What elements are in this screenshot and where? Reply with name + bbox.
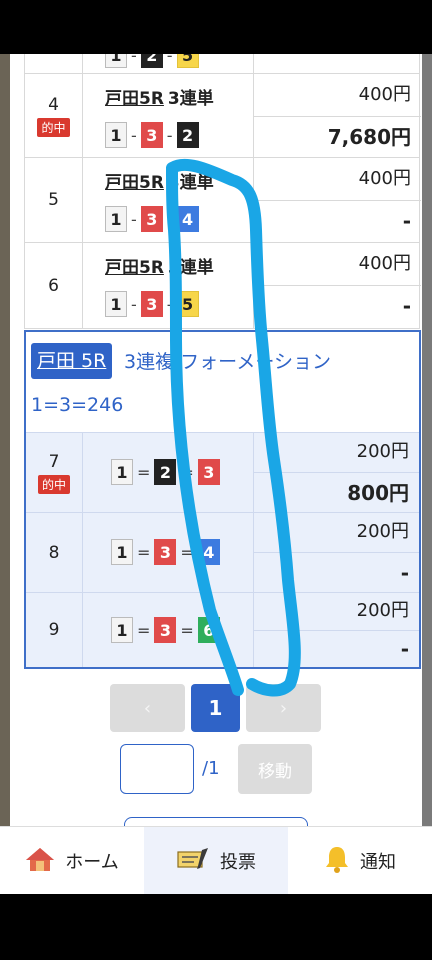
- tab-home[interactable]: ホーム: [0, 827, 144, 895]
- bet-amount: 200円: [356, 600, 409, 621]
- row-number: 6: [48, 275, 59, 296]
- combo: 1 - 3 - 5: [105, 291, 199, 317]
- payout-amount: -: [254, 200, 421, 241]
- bet-amount: 200円: [356, 521, 409, 542]
- bet-type: 3連単: [167, 173, 214, 193]
- boat-number: 2: [140, 54, 163, 68]
- tab-label: 通知: [360, 852, 396, 873]
- page-number-input[interactable]: [120, 744, 194, 794]
- bet-amount: 200円: [356, 441, 409, 462]
- bet-amount: 400円: [358, 84, 411, 105]
- table-row-partial: 1 - 2 - 5: [24, 54, 420, 74]
- group-bet-type: 3連複 フォーメーション: [124, 351, 331, 373]
- status-bar: [0, 0, 432, 54]
- bet-history-sheet[interactable]: 1 - 2 - 5 4 的中 戸田5R 3連単 1 - 3 - 2 400円 7…: [10, 54, 422, 826]
- table-row: 8 1 = 3 = 4 200円 -: [26, 512, 419, 592]
- boat-number: 2: [176, 122, 199, 148]
- row-number: 9: [48, 620, 60, 640]
- navigation-bar: [0, 894, 432, 960]
- combo: 1 = 3 = 6: [111, 617, 220, 643]
- ticket-icon: [176, 847, 210, 876]
- boat-number: 1: [105, 54, 127, 68]
- boat-number: 1: [105, 206, 127, 232]
- payout-amount: 7,680円: [254, 116, 421, 157]
- pagination: ‹ 1 ›: [110, 684, 322, 732]
- page-1-button[interactable]: 1: [191, 684, 240, 732]
- bet-type: 3連単: [167, 258, 214, 278]
- payout-amount: -: [254, 630, 419, 667]
- boat-number: 3: [154, 617, 177, 643]
- next-page-button[interactable]: ›: [246, 684, 321, 732]
- race-link[interactable]: 戸田5R: [105, 258, 164, 278]
- combo: 1 = 2 = 3: [111, 459, 220, 485]
- table-row: 5 戸田5R 3連単 1 - 3 - 4 400円 -: [24, 158, 421, 243]
- bet-amount: 400円: [358, 253, 411, 274]
- race-button[interactable]: 戸田 5R: [31, 343, 113, 379]
- boat-number: 3: [140, 122, 163, 148]
- boat-number: 4: [197, 539, 220, 565]
- boat-number: 1: [105, 122, 127, 148]
- boat-number: 5: [176, 54, 199, 68]
- move-button[interactable]: 移動: [238, 744, 312, 794]
- table-row: 6 戸田5R 3連単 1 - 3 - 5 400円 -: [24, 243, 421, 329]
- boat-number: 3: [140, 291, 163, 317]
- tab-notice[interactable]: 通知: [288, 827, 432, 895]
- boat-number: 3: [154, 539, 177, 565]
- background-edge-right: [422, 54, 432, 826]
- group-header: 戸田 5R 3連複 フォーメーション 1=3=246: [26, 332, 419, 432]
- race-link[interactable]: 戸田5R: [105, 173, 164, 193]
- payout-amount: -: [254, 285, 421, 326]
- table-row: 4 的中 戸田5R 3連単 1 - 3 - 2 400円 7,680円: [24, 74, 421, 158]
- background-edge-left: [0, 54, 10, 826]
- boat-number: 5: [176, 291, 199, 317]
- bet-type: 3連単: [167, 89, 214, 109]
- bet-table: 1 - 2 - 5 4 的中 戸田5R 3連単 1 - 3 - 2 400円 7…: [24, 54, 421, 329]
- boat-number: 4: [176, 206, 199, 232]
- payout-amount: -: [254, 552, 419, 593]
- boat-number: 6: [197, 617, 220, 643]
- boat-number: 2: [154, 459, 177, 485]
- table-row: 7 的中 1 = 2 = 3 200円 800円: [26, 432, 419, 512]
- bet-amount: 400円: [358, 168, 411, 189]
- payout-amount: 800円: [254, 472, 419, 513]
- prev-page-button[interactable]: ‹: [110, 684, 185, 732]
- bell-icon: [324, 845, 350, 878]
- hit-badge: 的中: [37, 117, 70, 137]
- boat-number: 3: [197, 459, 220, 485]
- home-icon: [25, 846, 55, 877]
- combo: 1 - 3 - 4: [105, 206, 199, 232]
- row-number: 8: [48, 542, 60, 563]
- hit-badge: 的中: [37, 474, 70, 494]
- tab-label: ホーム: [65, 852, 119, 873]
- bottom-tab-bar: ホーム 投票 通知: [0, 826, 432, 895]
- boat-number: 1: [105, 291, 127, 317]
- row-number: 4: [48, 94, 59, 115]
- total-pages: /1: [202, 758, 220, 779]
- combo: 1 - 3 - 2: [105, 122, 199, 148]
- row-number: 5: [48, 190, 59, 210]
- row-number: 7: [48, 451, 60, 472]
- page-jump: /1 移動: [120, 744, 320, 794]
- group-formula: 1=3=246: [31, 394, 124, 416]
- partial-button[interactable]: [124, 817, 308, 826]
- boat-number: 1: [111, 459, 133, 485]
- boat-number: 3: [140, 206, 163, 232]
- tab-label: 投票: [220, 852, 256, 873]
- table-row: 9 1 = 3 = 6 200円 -: [26, 592, 419, 667]
- combo: 1 - 2 - 5: [105, 54, 199, 68]
- tab-vote[interactable]: 投票: [144, 827, 288, 895]
- boat-number: 1: [111, 617, 133, 643]
- formation-group: 戸田 5R 3連複 フォーメーション 1=3=246 7 的中 1 = 2 = …: [24, 330, 421, 669]
- race-link[interactable]: 戸田5R: [105, 89, 164, 109]
- boat-number: 1: [111, 539, 133, 565]
- combo: 1 = 3 = 4: [111, 539, 220, 565]
